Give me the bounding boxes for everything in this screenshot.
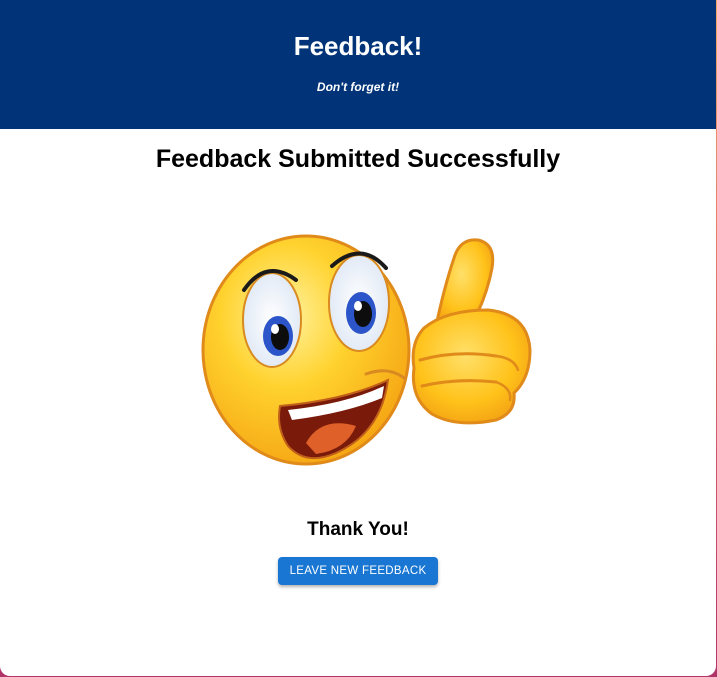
header-subtitle: Don't forget it! bbox=[316, 80, 400, 94]
thumbs-up-smiley-icon bbox=[196, 228, 538, 473]
feedback-card: Feedback! Don't forget it! Feedback Subm… bbox=[0, 0, 716, 676]
page-header: Feedback! Don't forget it! bbox=[0, 0, 716, 129]
header-title: Feedback! bbox=[293, 31, 423, 61]
thumbs-up-smiley-graphic bbox=[201, 234, 532, 466]
page-title: Feedback Submitted Successfully bbox=[155, 145, 561, 173]
leave-new-feedback-button[interactable]: LEAVE NEW FEEDBACK bbox=[278, 557, 438, 585]
thank-you-message: Thank You! bbox=[307, 519, 409, 540]
